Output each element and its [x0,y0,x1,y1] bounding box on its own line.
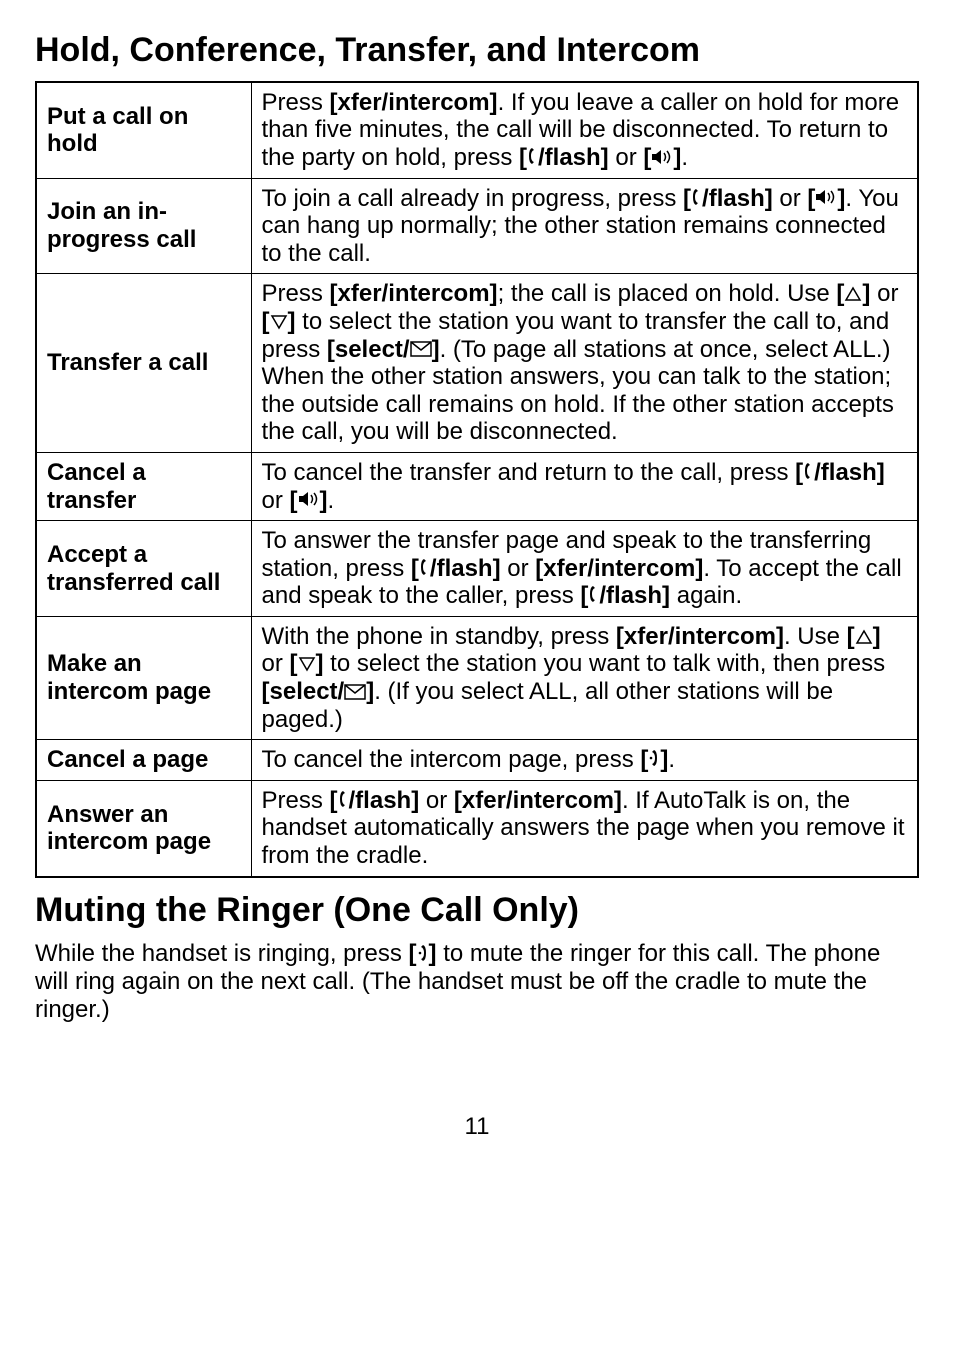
speaker-icon [298,489,320,513]
feature-description: To cancel the intercom page, press []. [251,740,918,781]
feature-description: Press [xfer/intercom]; the call is place… [251,274,918,453]
heading-muting-ringer: Muting the Ringer (One Call Only) [35,890,919,931]
table-row: Cancel a pageTo cancel the intercom page… [36,740,918,781]
table-row: Transfer a callPress [xfer/intercom]; th… [36,274,918,453]
feature-label: Accept a transferred call [36,521,251,617]
speaker-icon [651,147,673,171]
table-row: Put a call on holdPress [xfer/intercom].… [36,82,918,178]
up-arrow-icon [844,283,862,307]
table-row: Answer an intercom pagePress [/flash] or… [36,780,918,876]
feature-label: Put a call on hold [36,82,251,178]
table-row: Make an intercom pageWith the phone in s… [36,616,918,739]
feature-description: To answer the transfer page and speak to… [251,521,918,617]
heading-hold-conference: Hold, Conference, Transfer, and Intercom [35,30,919,71]
feature-description: To join a call already in progress, pres… [251,178,918,274]
end-icon [648,748,660,773]
table-row: Cancel a transferTo cancel the transfer … [36,452,918,520]
feature-description: With the phone in standby, press [xfer/i… [251,616,918,739]
talk-icon [691,187,702,212]
talk-icon [338,789,349,814]
table-row: Accept a transferred callTo answer the t… [36,521,918,617]
feature-description: To cancel the transfer and return to the… [251,452,918,520]
envelope-icon [344,681,366,705]
up-arrow-icon [855,626,873,650]
end-icon [417,943,429,968]
feature-label: Cancel a page [36,740,251,781]
envelope-icon [410,338,432,362]
speaker-icon [815,187,837,211]
talk-icon [588,584,599,609]
feature-description: Press [/flash] or [xfer/intercom]. If Au… [251,780,918,876]
table-row: Join an in-progress callTo join a call a… [36,178,918,274]
feature-label: Join an in-progress call [36,178,251,274]
down-arrow-icon [270,311,288,335]
feature-label: Make an intercom page [36,616,251,739]
talk-icon [803,461,814,486]
feature-label: Answer an intercom page [36,780,251,876]
muting-description: While the handset is ringing, press [] t… [35,940,919,1023]
talk-icon [419,557,430,582]
features-table: Put a call on holdPress [xfer/intercom].… [35,81,919,878]
talk-icon [527,146,538,171]
feature-label: Transfer a call [36,274,251,453]
down-arrow-icon [298,653,316,677]
feature-label: Cancel a transfer [36,452,251,520]
page-number: 11 [35,1113,919,1141]
feature-description: Press [xfer/intercom]. If you leave a ca… [251,82,918,178]
